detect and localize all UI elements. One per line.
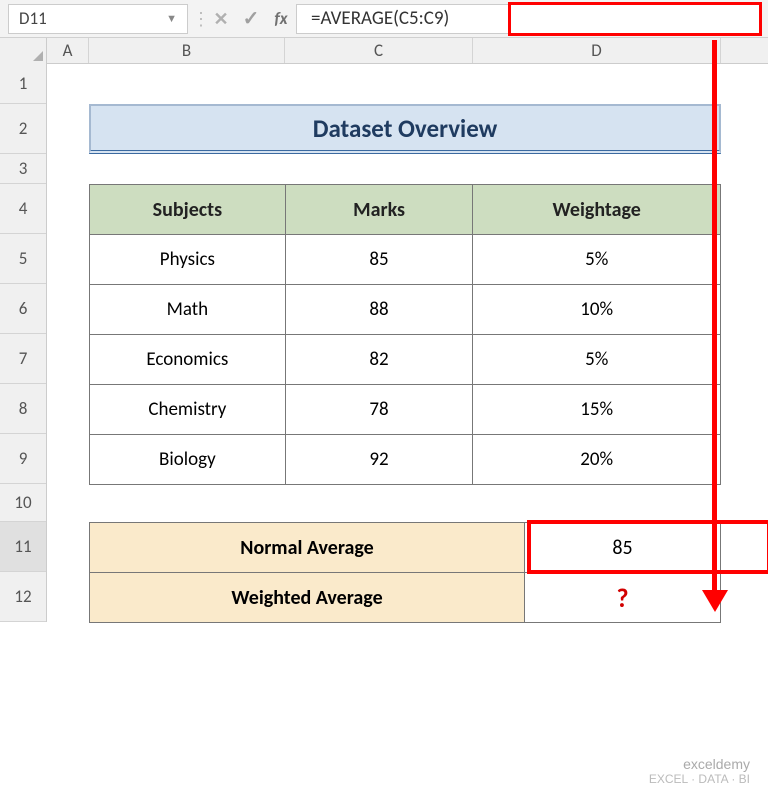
table-row: Physics 85 5%: [90, 235, 721, 285]
select-all-corner[interactable]: [0, 38, 47, 64]
name-box[interactable]: D11 ▼: [8, 4, 188, 34]
col-header-b[interactable]: B: [89, 38, 285, 63]
data-table: Subjects Marks Weightage Physics 85 5% M…: [89, 184, 721, 485]
cell-marks[interactable]: 82: [285, 335, 473, 385]
summary-row-normal: Normal Average 85: [90, 523, 721, 573]
col-header-a[interactable]: A: [47, 38, 89, 63]
summary-row-weighted: Weighted Average ?: [90, 573, 721, 623]
cell-weight[interactable]: 10%: [473, 285, 721, 335]
summary-table: Normal Average 85 Weighted Average ?: [89, 522, 721, 623]
normal-average-label[interactable]: Normal Average: [90, 523, 525, 573]
table-row: Math 88 10%: [90, 285, 721, 335]
table-header-row: Subjects Marks Weightage: [90, 185, 721, 235]
row-header-5[interactable]: 5: [0, 234, 46, 284]
cell-subject[interactable]: Physics: [90, 235, 286, 285]
grid-area: 1 2 3 4 5 6 7 8 9 10 11 12 Dataset Overv…: [0, 64, 768, 622]
chevron-down-icon[interactable]: ▼: [166, 12, 177, 25]
watermark-brand: exceldemy: [649, 756, 750, 772]
header-marks[interactable]: Marks: [285, 185, 473, 235]
col-header-d[interactable]: D: [473, 38, 721, 63]
row-header-1[interactable]: 1: [0, 64, 46, 104]
formula-input[interactable]: =AVERAGE(C5:C9): [296, 4, 760, 34]
header-subjects[interactable]: Subjects: [90, 185, 286, 235]
cell-subject[interactable]: Economics: [90, 335, 286, 385]
row-header-9[interactable]: 9: [0, 434, 46, 484]
row-header-10[interactable]: 10: [0, 484, 46, 522]
row-headers: 1 2 3 4 5 6 7 8 9 10 11 12: [0, 64, 47, 622]
watermark-tagline: EXCEL · DATA · BI: [649, 772, 750, 786]
title-band: Dataset Overview: [89, 104, 721, 154]
row-header-4[interactable]: 4: [0, 184, 46, 234]
row-header-6[interactable]: 6: [0, 284, 46, 334]
cells-area[interactable]: Dataset Overview Subjects Marks Weightag…: [47, 64, 768, 622]
cell-marks[interactable]: 92: [285, 435, 473, 485]
row-header-3[interactable]: 3: [0, 154, 46, 184]
table-row: Economics 82 5%: [90, 335, 721, 385]
separator-icon: ⋮: [188, 8, 206, 30]
cell-weight[interactable]: 20%: [473, 435, 721, 485]
row-header-12[interactable]: 12: [0, 572, 46, 622]
column-headers: A B C D: [0, 38, 768, 64]
cell-subject[interactable]: Chemistry: [90, 385, 286, 435]
cell-weight[interactable]: 5%: [473, 335, 721, 385]
header-weightage[interactable]: Weightage: [473, 185, 721, 235]
normal-average-value[interactable]: 85: [525, 523, 721, 573]
cell-weight[interactable]: 5%: [473, 235, 721, 285]
annotation-arrow-line: [712, 40, 717, 596]
formula-bar: D11 ▼ ⋮ ✕ ✓ fx =AVERAGE(C5:C9): [0, 0, 768, 38]
cell-weight[interactable]: 15%: [473, 385, 721, 435]
col-header-c[interactable]: C: [285, 38, 473, 63]
watermark: exceldemy EXCEL · DATA · BI: [649, 756, 750, 786]
row-header-11[interactable]: 11: [0, 522, 46, 572]
cell-subject[interactable]: Math: [90, 285, 286, 335]
enter-icon[interactable]: ✓: [236, 6, 266, 31]
formula-text: =AVERAGE(C5:C9): [311, 7, 449, 30]
weighted-average-value[interactable]: ?: [525, 573, 721, 623]
cell-marks[interactable]: 85: [285, 235, 473, 285]
cancel-icon[interactable]: ✕: [206, 8, 236, 30]
name-box-value: D11: [19, 8, 47, 29]
row-header-8[interactable]: 8: [0, 384, 46, 434]
fx-icon[interactable]: fx: [266, 8, 296, 29]
cell-marks[interactable]: 88: [285, 285, 473, 335]
annotation-arrow-head-icon: [702, 590, 728, 612]
cell-marks[interactable]: 78: [285, 385, 473, 435]
row-header-2[interactable]: 2: [0, 104, 46, 154]
row-header-7[interactable]: 7: [0, 334, 46, 384]
table-row: Biology 92 20%: [90, 435, 721, 485]
weighted-average-label[interactable]: Weighted Average: [90, 573, 525, 623]
table-row: Chemistry 78 15%: [90, 385, 721, 435]
cell-subject[interactable]: Biology: [90, 435, 286, 485]
